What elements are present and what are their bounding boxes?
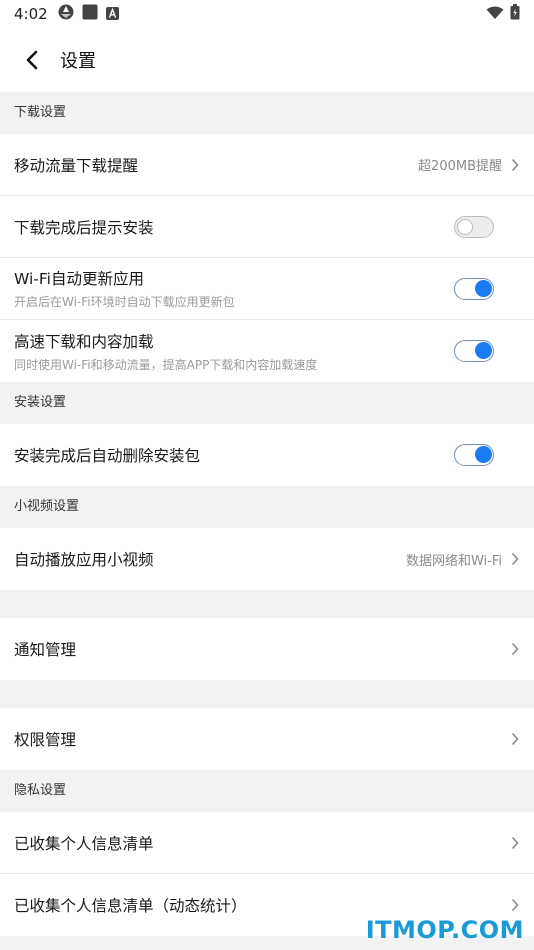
page-title: 设置 — [60, 51, 96, 72]
toggle-knob — [475, 279, 492, 297]
permission-management-row[interactable]: 权限管理 — [0, 708, 534, 770]
high-speed-download-toggle[interactable] — [454, 340, 494, 362]
section-spacer — [0, 680, 534, 708]
auto-delete-package-row: 安装完成后自动删除安装包 — [0, 424, 534, 486]
a-badge-icon — [105, 5, 119, 24]
app-header: 设置 — [0, 28, 534, 92]
auto-delete-package-toggle[interactable] — [454, 444, 494, 466]
row-label: 安装完成后自动删除安装包 — [14, 447, 201, 465]
collected-info-row[interactable]: 已收集个人信息清单 — [0, 812, 534, 874]
status-bar: 4:02 — [0, 0, 534, 28]
chevron-right-icon — [510, 898, 520, 912]
section-header-privacy: 隐私设置 — [0, 770, 534, 812]
row-description: 开启后在Wi-Fi环境时自动下载应用更新包 — [14, 295, 235, 309]
wifi-auto-update-toggle[interactable] — [454, 277, 494, 300]
row-label: 已收集个人信息清单 — [14, 834, 154, 853]
chevron-right-icon — [510, 642, 520, 656]
row-label: 权限管理 — [14, 731, 77, 749]
toggle-knob — [475, 446, 492, 463]
chevron-right-icon — [510, 836, 520, 850]
install-prompt-toggle[interactable] — [454, 215, 494, 238]
status-time: 4:02 — [14, 5, 48, 23]
chevron-left-icon — [26, 50, 38, 70]
back-button[interactable] — [18, 46, 46, 74]
row-label: 高速下载和内容加载 — [14, 332, 154, 351]
chevron-right-icon — [510, 158, 520, 172]
install-prompt-row: 下载完成后提示安装 — [0, 196, 534, 258]
notification-management-row[interactable]: 通知管理 — [0, 618, 534, 680]
chevron-right-icon — [510, 552, 520, 566]
row-label: 通知管理 — [14, 641, 77, 659]
mobile-data-reminder-row[interactable]: 移动流量下载提醒 超200MB提醒 — [0, 134, 534, 196]
wifi-icon — [486, 5, 504, 24]
aperture-icon — [58, 4, 74, 24]
row-label: 自动播放应用小视频 — [14, 551, 154, 569]
chevron-right-icon — [510, 732, 520, 746]
row-value: 超200MB提醒 — [418, 159, 502, 174]
watermark: ITMOP.COM — [365, 916, 524, 944]
high-speed-download-row: 高速下载和内容加载 同时使用Wi-Fi和移动流量，提高APP下载和内容加载速度 — [0, 320, 534, 382]
section-header-video: 小视频设置 — [0, 486, 534, 528]
toggle-knob — [475, 342, 492, 359]
wifi-auto-update-row: Wi-Fi自动更新应用 开启后在Wi-Fi环境时自动下载应用更新包 — [0, 258, 534, 320]
row-description: 同时使用Wi-Fi和移动流量，提高APP下载和内容加载速度 — [14, 357, 318, 372]
row-label: Wi-Fi自动更新应用 — [14, 270, 144, 288]
row-label: 移动流量下载提醒 — [14, 156, 139, 175]
section-header-download: 下载设置 — [0, 92, 534, 134]
row-label: 下载完成后提示安装 — [14, 218, 154, 237]
autoplay-video-row[interactable]: 自动播放应用小视频 数据网络和Wi-Fi — [0, 528, 534, 590]
section-spacer — [0, 590, 534, 618]
row-label: 已收集个人信息清单（动态统计） — [14, 897, 247, 915]
toggle-knob — [457, 218, 473, 235]
section-header-install: 安装设置 — [0, 382, 534, 424]
row-value: 数据网络和Wi-Fi — [405, 553, 502, 569]
square-icon — [82, 4, 98, 24]
battery-icon — [510, 4, 520, 24]
